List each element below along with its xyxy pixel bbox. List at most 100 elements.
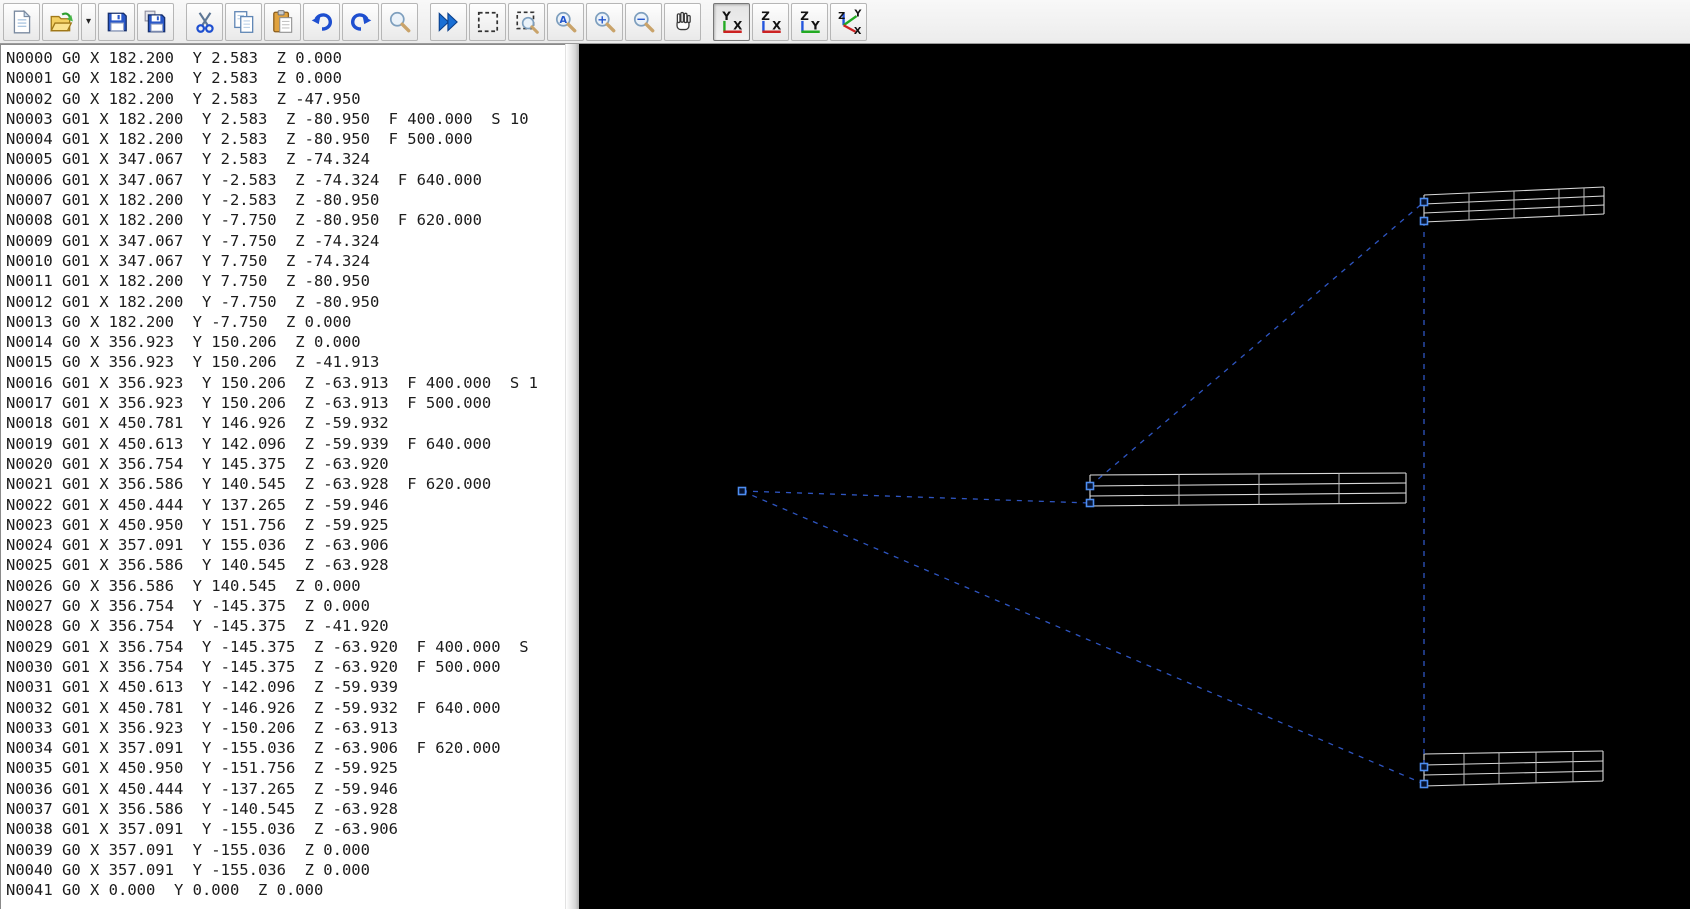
gcode-line: N0011 G01 X 182.200 Y 7.750 Z -80.950: [6, 272, 370, 291]
open-file-icon: [48, 9, 74, 35]
copy-button[interactable]: [225, 2, 262, 41]
gcode-line: N0034 G01 X 357.091 Y -155.036 Z -63.906…: [6, 739, 501, 758]
rapid-move-path: [1089, 201, 1425, 487]
svg-text:Z: Z: [800, 9, 809, 23]
vertex-marker: [1419, 762, 1429, 772]
zoom-window-button[interactable]: [508, 2, 545, 41]
gcode-line: N0038 G01 X 357.091 Y -155.036 Z -63.906: [6, 820, 398, 839]
gcode-line: N0035 G01 X 450.950 Y -151.756 Z -59.925: [6, 759, 398, 778]
vertical-scrollbar[interactable]: [565, 44, 579, 909]
cut-button[interactable]: [186, 2, 223, 41]
svg-text:Y: Y: [810, 18, 820, 32]
gcode-line: N0029 G01 X 356.754 Y -145.375 Z -63.920…: [6, 637, 529, 656]
gcode-line: N0031 G01 X 450.613 Y -142.096 Z -59.939: [6, 678, 398, 697]
search-button[interactable]: [381, 2, 418, 41]
gcode-line: N0020 G01 X 356.754 Y 145.375 Z -63.920: [6, 454, 389, 473]
save-file-icon: [104, 9, 130, 35]
slot-bottom-wireframe: [1423, 750, 1604, 787]
gcode-line: N0040 G0 X 357.091 Y -155.036 Z 0.000: [6, 860, 370, 879]
open-file-button[interactable]: [42, 2, 79, 41]
zoom-in-button[interactable]: +: [586, 2, 623, 41]
gcode-line: N0023 G01 X 450.950 Y 151.756 Z -59.925: [6, 515, 389, 534]
svg-text:Y: Y: [853, 9, 862, 20]
toolpath-plot: [737, 186, 1605, 789]
undo-button[interactable]: [303, 2, 340, 41]
toolbar: ▾ A + − Y X Z X Z Y Z Y X: [0, 0, 1690, 44]
svg-text:Z: Z: [838, 10, 845, 21]
svg-text:+: +: [597, 12, 607, 26]
gcode-line: N0025 G01 X 356.586 Y 140.545 Z -63.928: [6, 556, 389, 575]
gcode-line: N0041 G0 X 0.000 Y 0.000 Z 0.000: [6, 881, 324, 900]
svg-text:X: X: [733, 18, 742, 32]
gcode-line: N0039 G0 X 357.091 Y -155.036 Z 0.000: [6, 840, 370, 859]
main-area: N0000 G0 X 182.200 Y 2.583 Z 0.000 N0001 …: [0, 44, 1690, 909]
svg-text:Y: Y: [721, 9, 731, 23]
redo-icon: [348, 9, 374, 35]
gcode-line: N0007 G01 X 182.200 Y -2.583 Z -80.950: [6, 191, 380, 210]
select-region-icon: [475, 9, 501, 35]
new-file-button[interactable]: [3, 2, 40, 41]
gcode-line: N0003 G01 X 182.200 Y 2.583 Z -80.950 F …: [6, 109, 529, 128]
rapid-move-path: [741, 490, 1091, 504]
gcode-line: N0008 G01 X 182.200 Y -7.750 Z -80.950 F…: [6, 211, 482, 230]
gcode-line: N0016 G01 X 356.923 Y 150.206 Z -63.913 …: [6, 373, 538, 392]
slot-middle-wireframe: [1089, 472, 1407, 507]
gcode-line: N0006 G01 X 347.067 Y -2.583 Z -74.324 F…: [6, 170, 482, 189]
gcode-line: N0021 G01 X 356.586 Y 140.545 Z -63.928 …: [6, 475, 492, 494]
gcode-line: N0009 G01 X 347.067 Y -7.750 Z -74.324: [6, 231, 380, 250]
svg-text:X: X: [853, 25, 861, 34]
gcode-line: N0005 G01 X 347.067 Y 2.583 Z -74.324: [6, 150, 370, 169]
gcode-line: N0022 G01 X 450.444 Y 137.265 Z -59.946: [6, 495, 389, 514]
open-file-dropdown-button[interactable]: ▾: [81, 2, 96, 41]
new-file-icon: [9, 9, 35, 35]
toolbar-separator: [175, 3, 185, 41]
gcode-line: N0036 G01 X 450.444 Y -137.265 Z -59.946: [6, 779, 398, 798]
gcode-line: N0027 G0 X 356.754 Y -145.375 Z 0.000: [6, 597, 370, 616]
save-file-as-button[interactable]: [137, 2, 174, 41]
open-file-dropdown-icon: ▾: [85, 16, 92, 27]
vertex-marker: [737, 486, 747, 496]
zoom-out-icon: −: [631, 9, 657, 35]
copy-icon: [231, 9, 257, 35]
gcode-line: N0017 G01 X 356.923 Y 150.206 Z -63.913 …: [6, 394, 492, 413]
save-file-as-icon: [143, 9, 169, 35]
paste-icon: [270, 9, 296, 35]
zoom-out-button[interactable]: −: [625, 2, 662, 41]
view-zx-button[interactable]: ZX: [752, 2, 789, 41]
toolbar-separator: [419, 3, 429, 41]
view-zy-button[interactable]: ZY: [791, 2, 828, 41]
paste-button[interactable]: [264, 2, 301, 41]
slot-top-wireframe: [1423, 186, 1605, 223]
toolbar-separator: [702, 3, 712, 41]
gcode-line: N0032 G01 X 450.781 Y -146.926 Z -59.932…: [6, 698, 501, 717]
pan-button[interactable]: [664, 2, 701, 41]
gcode-editor[interactable]: N0000 G0 X 182.200 Y 2.583 Z 0.000 N0001 …: [0, 44, 565, 909]
save-file-button[interactable]: [98, 2, 135, 41]
vertex-marker: [1085, 498, 1095, 508]
gcode-line: N0033 G01 X 356.923 Y -150.206 Z -63.913: [6, 718, 398, 737]
select-region-button[interactable]: [469, 2, 506, 41]
svg-text:Z: Z: [761, 9, 770, 23]
vertex-marker: [1419, 779, 1429, 789]
gcode-line: N0002 G0 X 182.200 Y 2.583 Z -47.950: [6, 89, 361, 108]
view-yx-button[interactable]: YX: [713, 2, 750, 41]
zoom-window-icon: [514, 9, 540, 35]
run-simulation-button[interactable]: [430, 2, 467, 41]
zoom-in-icon: +: [592, 9, 618, 35]
zoom-all-button[interactable]: A: [547, 2, 584, 41]
gcode-line: N0026 G0 X 356.586 Y 140.545 Z 0.000: [6, 576, 361, 595]
redo-button[interactable]: [342, 2, 379, 41]
gcode-line: N0012 G01 X 182.200 Y -7.750 Z -80.950: [6, 292, 380, 311]
view-iso-button[interactable]: ZYX: [830, 2, 867, 41]
gcode-line: N0004 G01 X 182.200 Y 2.583 Z -80.950 F …: [6, 130, 473, 149]
svg-text:X: X: [772, 18, 781, 32]
gcode-line: N0030 G01 X 356.754 Y -145.375 Z -63.920…: [6, 657, 501, 676]
toolpath-viewport[interactable]: [579, 44, 1690, 909]
view-zx-icon: ZX: [758, 9, 784, 35]
pan-icon: [670, 9, 696, 35]
gcode-line: N0037 G01 X 356.586 Y -140.545 Z -63.928: [6, 799, 398, 818]
rapid-move-path: [741, 490, 1425, 785]
search-icon: [387, 9, 413, 35]
gcode-line: N0028 G0 X 356.754 Y -145.375 Z -41.920: [6, 617, 389, 636]
svg-text:−: −: [636, 12, 646, 26]
